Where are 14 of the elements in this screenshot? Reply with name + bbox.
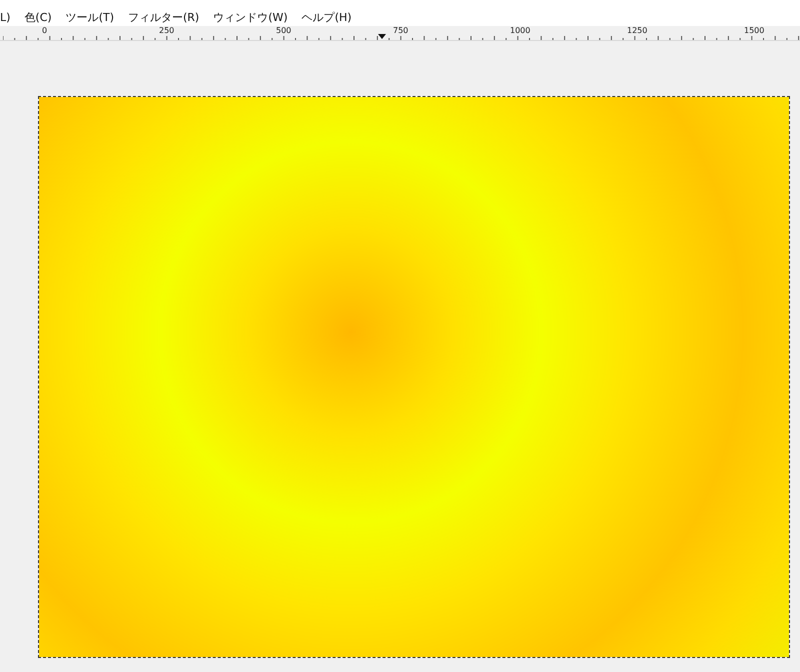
ruler-label: 750	[392, 26, 408, 35]
menu-item[interactable]: 色(C)	[24, 10, 52, 24]
menu-item[interactable]: フィルター(R)	[128, 10, 200, 24]
ruler-label: 500	[275, 26, 292, 35]
menu-item[interactable]: L)	[0, 10, 10, 24]
pointer-marker-icon	[378, 34, 386, 39]
ruler-label: 1500	[743, 26, 764, 35]
menu-item[interactable]: ヘルプ(H)	[302, 10, 352, 24]
ruler-label: 1000	[509, 26, 530, 35]
menu-item[interactable]: ツール(T)	[66, 10, 114, 24]
ruler-label: 0	[41, 26, 48, 35]
ruler-label: 250	[158, 26, 174, 35]
menu-item[interactable]: ウィンドウ(W)	[213, 10, 288, 24]
ruler-label: 1250	[626, 26, 648, 35]
